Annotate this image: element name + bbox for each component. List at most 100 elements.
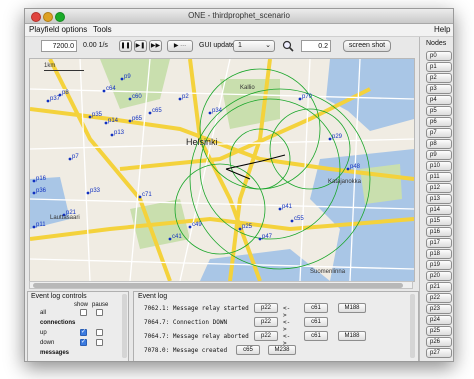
node-marker[interactable]: [32, 179, 36, 183]
run-until-button[interactable]: ▶ ···: [167, 40, 193, 52]
node-marker[interactable]: [188, 225, 192, 229]
node-button[interactable]: p7: [426, 128, 452, 138]
node-marker[interactable]: [258, 237, 262, 241]
event-log-title: Event log: [138, 293, 168, 300]
playfield-map[interactable]: p37 p8 c64 p9 c60 p35 c65 p14 p13 p65 p16 p36 p33 c71…: [29, 58, 415, 282]
node-button[interactable]: p12: [426, 183, 452, 193]
node-button[interactable]: p3: [426, 84, 452, 94]
zoom-magnifier-icon: [282, 40, 294, 52]
node-marker[interactable]: [68, 157, 72, 161]
node-button[interactable]: p6: [426, 117, 452, 127]
node-marker[interactable]: [32, 225, 36, 229]
node-marker[interactable]: [46, 99, 50, 103]
node-marker[interactable]: [178, 97, 182, 101]
node-marker[interactable]: [208, 111, 212, 115]
node-button[interactable]: p0: [426, 51, 452, 61]
node-button[interactable]: p1: [426, 62, 452, 72]
node-label: c55: [294, 216, 304, 222]
all-show-checkbox[interactable]: [80, 309, 87, 316]
node-button[interactable]: p13: [426, 194, 452, 204]
node-label: p70: [302, 94, 313, 100]
down-show-checkbox[interactable]: [80, 338, 87, 346]
node-button[interactable]: p24: [426, 315, 452, 325]
node-button[interactable]: p20: [426, 271, 452, 281]
node-button[interactable]: p18: [426, 249, 452, 259]
node-marker[interactable]: [278, 207, 282, 211]
pause-button[interactable]: ❚❚: [119, 40, 132, 52]
node-marker[interactable]: [32, 191, 36, 195]
event-log-scrollbar[interactable]: [410, 294, 415, 358]
node-button[interactable]: p26: [426, 337, 452, 347]
node-marker[interactable]: [88, 115, 92, 119]
map-horizontal-scrollbar[interactable]: [29, 281, 413, 289]
node-marker[interactable]: [346, 167, 350, 171]
fast-forward-button[interactable]: ▶▶: [149, 40, 162, 52]
event-message-button[interactable]: M238: [268, 345, 296, 355]
node-button[interactable]: p23: [426, 304, 452, 314]
controls-scrollbar[interactable]: [122, 294, 127, 358]
menu-help[interactable]: Help: [434, 25, 450, 34]
scrollbar-thumb[interactable]: [33, 283, 403, 288]
node-marker[interactable]: [86, 191, 90, 195]
node-button[interactable]: p27: [426, 348, 452, 358]
event-node-button[interactable]: p22: [254, 331, 278, 341]
node-label: p11: [36, 222, 46, 228]
node-button[interactable]: p21: [426, 282, 452, 292]
node-button[interactable]: p14: [426, 205, 452, 215]
node-button[interactable]: p11: [426, 172, 452, 182]
node-marker[interactable]: [58, 93, 62, 97]
node-marker[interactable]: [120, 77, 124, 81]
node-marker[interactable]: [128, 97, 132, 101]
node-marker[interactable]: [328, 137, 332, 141]
up-pause-checkbox[interactable]: [96, 329, 103, 336]
menu-tools[interactable]: Tools: [93, 25, 112, 34]
scale-bar: 1km: [44, 63, 84, 71]
event-node-button[interactable]: c61: [304, 331, 328, 341]
step-button[interactable]: ▶❚: [134, 40, 147, 52]
all-pause-checkbox[interactable]: [96, 309, 103, 316]
node-button[interactable]: p10: [426, 161, 452, 171]
menu-playfield-options[interactable]: Playfield options: [29, 25, 87, 34]
node-marker[interactable]: [290, 219, 294, 223]
node-marker[interactable]: [104, 121, 108, 125]
node-button[interactable]: p17: [426, 238, 452, 248]
event-node-button[interactable]: c61: [304, 303, 328, 313]
node-label: p33: [90, 188, 101, 194]
node-marker[interactable]: [148, 111, 152, 115]
window-title: ONE - thirdprophet_scenario: [188, 11, 290, 20]
node-marker[interactable]: [110, 133, 114, 137]
place-label: Lauttasaari: [50, 215, 80, 221]
node-marker[interactable]: [102, 89, 106, 93]
event-node-button[interactable]: p22: [254, 317, 278, 327]
node-button[interactable]: p25: [426, 326, 452, 336]
node-marker[interactable]: [298, 97, 302, 101]
node-button[interactable]: p19: [426, 260, 452, 270]
node-button[interactable]: p8: [426, 139, 452, 149]
event-node-button[interactable]: c65: [236, 345, 260, 355]
event-text: 7062.1: Message relay started: [144, 305, 249, 312]
event-log-panel: Event log 7062.1: Message relay started …: [133, 291, 419, 361]
node-button[interactable]: p5: [426, 106, 452, 116]
event-node-button[interactable]: p22: [254, 303, 278, 313]
node-marker[interactable]: [128, 119, 132, 123]
gui-update-select[interactable]: 1 ⌄: [233, 40, 275, 52]
node-marker[interactable]: [138, 195, 142, 199]
node-button[interactable]: p16: [426, 227, 452, 237]
event-node-button[interactable]: c61: [304, 317, 328, 327]
node-button[interactable]: p4: [426, 95, 452, 105]
node-button[interactable]: p2: [426, 73, 452, 83]
gui-update-label: GUI update:: [199, 42, 237, 49]
event-message-button[interactable]: M188: [338, 303, 366, 313]
node-marker[interactable]: [238, 227, 242, 231]
node-button[interactable]: p9: [426, 150, 452, 160]
node-button[interactable]: p22: [426, 293, 452, 303]
screenshot-button[interactable]: screen shot: [343, 40, 391, 52]
down-pause-checkbox[interactable]: [96, 339, 103, 346]
node-marker[interactable]: [168, 237, 172, 241]
event-message-button[interactable]: M188: [338, 331, 366, 341]
zoom-field[interactable]: 0.2: [301, 40, 331, 52]
up-show-checkbox[interactable]: [80, 328, 87, 336]
node-button[interactable]: p15: [426, 216, 452, 226]
node-label: c49: [192, 222, 202, 228]
node-label: p14: [108, 118, 119, 124]
